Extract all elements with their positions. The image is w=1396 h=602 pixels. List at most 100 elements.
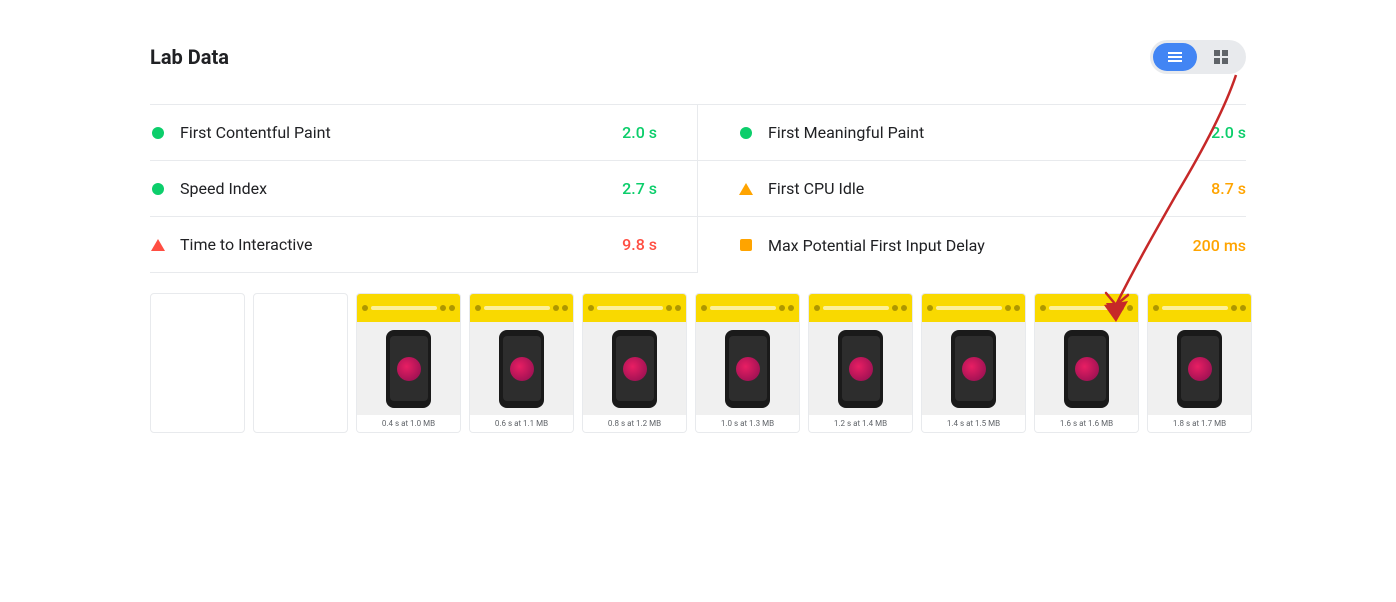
header-dot-2 bbox=[1005, 305, 1011, 311]
film-frame-header-3 bbox=[583, 294, 686, 322]
header-dot-2 bbox=[440, 305, 446, 311]
header-dot bbox=[588, 305, 594, 311]
header-dot-3 bbox=[1240, 305, 1246, 311]
film-frame-footer-7: 1.6 s at 1.6 MB bbox=[1035, 415, 1138, 432]
phone-screen bbox=[955, 336, 993, 401]
film-frame-footer-5: 1.2 s at 1.4 MB bbox=[809, 415, 912, 432]
phone-mockup bbox=[1177, 330, 1222, 408]
phone-screen-icon bbox=[962, 357, 986, 381]
phone-mockup bbox=[612, 330, 657, 408]
film-frame-body-6 bbox=[922, 322, 1025, 415]
metric-value-fmp: 2.0 s bbox=[1211, 123, 1246, 142]
film-frame-header-4 bbox=[696, 294, 799, 322]
phone-screen bbox=[842, 336, 880, 401]
header-dot-3 bbox=[1014, 305, 1020, 311]
film-frame-5: 1.2 s at 1.4 MB bbox=[808, 293, 913, 433]
film-frame-8: 1.8 s at 1.7 MB bbox=[1147, 293, 1252, 433]
film-frame-blank-1 bbox=[150, 293, 245, 433]
phone-mockup bbox=[499, 330, 544, 408]
header-dot bbox=[475, 305, 481, 311]
metric-label-mpfid: Max Potential First Input Delay bbox=[768, 236, 1181, 255]
grid-icon bbox=[1213, 49, 1229, 65]
film-frame-header-7 bbox=[1035, 294, 1138, 322]
film-frame-body-1 bbox=[357, 322, 460, 415]
film-frame-3: 0.8 s at 1.2 MB bbox=[582, 293, 687, 433]
list-view-toggle[interactable] bbox=[1153, 43, 1197, 71]
metric-label-tti: Time to Interactive bbox=[180, 235, 610, 254]
header-dot bbox=[1153, 305, 1159, 311]
green-circle-icon-fcp bbox=[150, 125, 166, 141]
metric-value-mpfid: 200 ms bbox=[1193, 236, 1246, 255]
film-frame-4: 1.0 s at 1.3 MB bbox=[695, 293, 800, 433]
view-toggle-group bbox=[1150, 40, 1246, 74]
phone-screen-icon bbox=[1075, 357, 1099, 381]
phone-mockup bbox=[951, 330, 996, 408]
header-dot-3 bbox=[675, 305, 681, 311]
metric-value-tti: 9.8 s bbox=[622, 235, 657, 254]
metric-row-mpfid: Max Potential First Input Delay 200 ms bbox=[698, 217, 1246, 273]
film-frame-blank-2 bbox=[253, 293, 348, 433]
header-dot bbox=[701, 305, 707, 311]
header-dot-2 bbox=[1118, 305, 1124, 311]
film-frame-7: 1.6 s at 1.6 MB bbox=[1034, 293, 1139, 433]
film-frame-1: 0.4 s at 1.0 MB bbox=[356, 293, 461, 433]
green-circle-icon-si bbox=[150, 181, 166, 197]
film-frame-6: 1.4 s at 1.5 MB bbox=[921, 293, 1026, 433]
film-frame-footer-1: 0.4 s at 1.0 MB bbox=[357, 415, 460, 432]
phone-screen-icon bbox=[849, 357, 873, 381]
header-dot-3 bbox=[449, 305, 455, 311]
phone-screen-icon bbox=[510, 357, 534, 381]
phone-screen bbox=[503, 336, 541, 401]
header-dot-3 bbox=[901, 305, 907, 311]
header-row: Lab Data bbox=[150, 40, 1246, 74]
metric-row-fci: First CPU Idle 8.7 s bbox=[698, 161, 1246, 217]
film-frame-2: 0.6 s at 1.1 MB bbox=[469, 293, 574, 433]
header-bar bbox=[823, 306, 889, 310]
header-bar bbox=[484, 306, 550, 310]
header-bar bbox=[371, 306, 437, 310]
header-dot-2 bbox=[779, 305, 785, 311]
phone-mockup bbox=[386, 330, 431, 408]
film-frame-body-3 bbox=[583, 322, 686, 415]
header-dot-3 bbox=[788, 305, 794, 311]
metric-row-fcp: First Contentful Paint 2.0 s bbox=[150, 105, 698, 161]
film-frame-body-7 bbox=[1035, 322, 1138, 415]
phone-mockup bbox=[1064, 330, 1109, 408]
metric-value-fcp: 2.0 s bbox=[622, 123, 657, 142]
header-dot-3 bbox=[1127, 305, 1133, 311]
header-dot-2 bbox=[553, 305, 559, 311]
header-dot-2 bbox=[892, 305, 898, 311]
orange-square-icon-mpfid bbox=[738, 237, 754, 253]
header-bar bbox=[936, 306, 1002, 310]
grid-view-toggle[interactable] bbox=[1199, 43, 1243, 71]
metric-label-fmp: First Meaningful Paint bbox=[768, 123, 1199, 142]
header-dot bbox=[814, 305, 820, 311]
film-frame-header-2 bbox=[470, 294, 573, 322]
orange-triangle-icon-fci bbox=[738, 181, 754, 197]
phone-screen-icon bbox=[623, 357, 647, 381]
film-frame-body-4 bbox=[696, 322, 799, 415]
film-frame-header-6 bbox=[922, 294, 1025, 322]
metric-label-fcp: First Contentful Paint bbox=[180, 123, 610, 142]
phone-screen bbox=[1181, 336, 1219, 401]
film-frame-footer-3: 0.8 s at 1.2 MB bbox=[583, 415, 686, 432]
phone-mockup bbox=[838, 330, 883, 408]
header-dot bbox=[1040, 305, 1046, 311]
film-frame-footer-4: 1.0 s at 1.3 MB bbox=[696, 415, 799, 432]
film-frame-body-8 bbox=[1148, 322, 1251, 415]
lab-data-title: Lab Data bbox=[150, 45, 229, 69]
header-dot bbox=[927, 305, 933, 311]
metrics-grid: First Contentful Paint 2.0 s First Meani… bbox=[150, 104, 1246, 273]
metric-row-fmp: First Meaningful Paint 2.0 s bbox=[698, 105, 1246, 161]
header-dot-2 bbox=[1231, 305, 1237, 311]
metric-row-si: Speed Index 2.7 s bbox=[150, 161, 698, 217]
header-dot-3 bbox=[562, 305, 568, 311]
metric-value-si: 2.7 s bbox=[622, 179, 657, 198]
film-frame-footer-2: 0.6 s at 1.1 MB bbox=[470, 415, 573, 432]
header-dot-2 bbox=[666, 305, 672, 311]
red-triangle-icon-tti bbox=[150, 237, 166, 253]
header-dot bbox=[362, 305, 368, 311]
green-circle-icon-fmp bbox=[738, 125, 754, 141]
film-frame-header-5 bbox=[809, 294, 912, 322]
phone-mockup bbox=[725, 330, 770, 408]
